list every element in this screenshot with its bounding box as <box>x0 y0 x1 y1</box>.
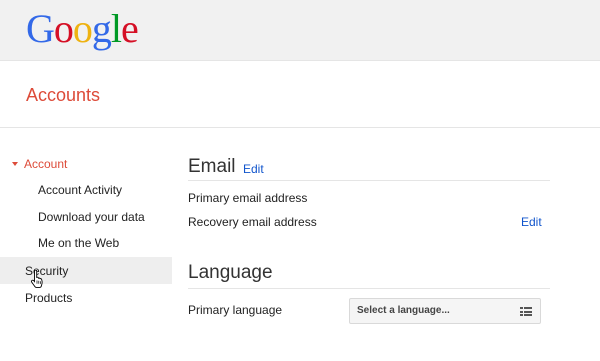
email-edit-link[interactable]: Edit <box>243 162 264 176</box>
primary-email-label: Primary email address <box>188 191 308 205</box>
hand-pointer-cursor-icon <box>31 270 43 288</box>
recovery-email-edit-link[interactable]: Edit <box>521 215 542 229</box>
caret-down-icon <box>12 162 18 166</box>
logo-letter: o <box>72 6 93 51</box>
logo-letter: g <box>91 6 112 51</box>
list-icon <box>520 307 532 316</box>
language-section-title: Language <box>188 262 273 283</box>
sidebar-item-label: Account <box>24 157 68 171</box>
logo-letter: l <box>110 6 122 51</box>
google-logo[interactable]: Google <box>26 5 139 53</box>
sidebar-item-me-on-the-web[interactable]: Me on the Web <box>38 235 119 251</box>
primary-language-label: Primary language <box>188 303 283 317</box>
logo-letter: o <box>53 6 74 51</box>
logo-letter: G <box>26 6 55 51</box>
page-title: Accounts <box>26 85 101 105</box>
language-select-placeholder: Select a language... <box>357 305 450 316</box>
language-select[interactable]: Select a language... <box>349 298 541 324</box>
logo-letter: e <box>121 6 139 51</box>
sidebar-item-account-activity[interactable]: Account Activity <box>38 182 122 198</box>
section-divider <box>188 180 550 181</box>
sidebar-item-products[interactable]: Products <box>25 290 72 306</box>
section-divider <box>188 288 550 289</box>
recovery-email-label: Recovery email address <box>188 215 317 229</box>
top-header-bar: Google <box>0 0 600 61</box>
sidebar-item-account[interactable]: Account <box>12 156 67 172</box>
email-section-title: Email <box>188 156 236 177</box>
sidebar-item-download-your-data[interactable]: Download your data <box>38 209 145 225</box>
